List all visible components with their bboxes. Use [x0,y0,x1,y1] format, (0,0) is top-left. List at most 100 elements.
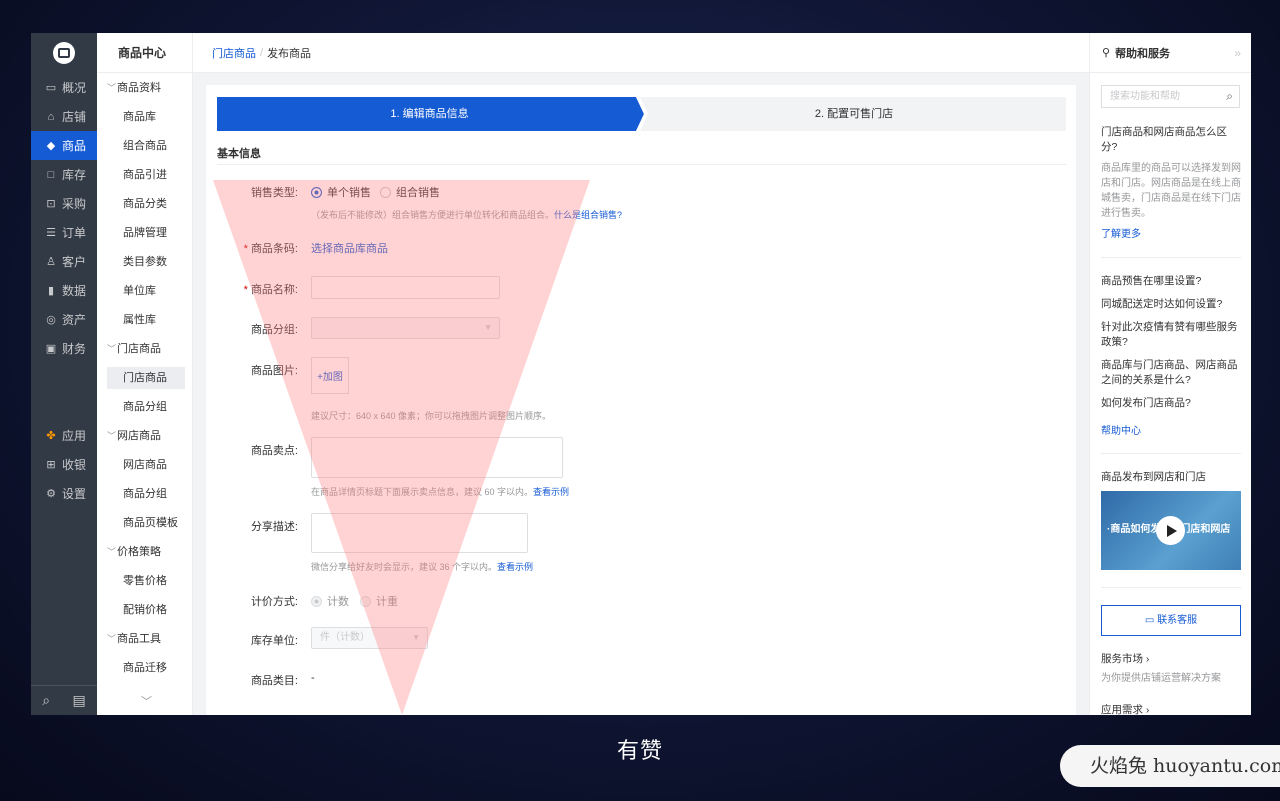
faq-item[interactable]: 针对此次疫情有赞有哪些服务政策? [1101,320,1241,350]
sub-item-goods-migrate[interactable]: 商品迁移 [107,657,185,679]
finance-icon: ▣ [45,343,57,355]
nav-item-finance[interactable]: ▣ 财务 [31,334,97,363]
video-thumbnail[interactable]: ·商品如何发布到门店和网店 [1101,491,1241,570]
sub-item-combo-goods[interactable]: 组合商品 [107,135,185,157]
search-icon[interactable]: ⌕ [42,692,50,709]
breadcrumb: 门店商品 / 发布商品 [193,33,1089,73]
sub-item-online-goods[interactable]: 网店商品 [107,454,185,476]
nav-item-apps[interactable]: ✤ 应用 [31,421,97,450]
share-desc-input[interactable] [311,513,528,553]
asset-icon: ◎ [46,314,56,326]
sale-type-single-radio[interactable]: 单个销售 [311,184,371,200]
nav-item-cashier[interactable]: ⊞ 收银 [31,450,97,479]
nav-item-store[interactable]: ⌂ 店铺 [31,102,97,131]
collapse-icon[interactable]: » [1234,46,1241,60]
sub-item-goods-import[interactable]: 商品引进 [107,164,185,186]
selling-point-hint: 在商品详情页标题下面展示卖点信息，建议 60 字以内。查看示例 [311,487,570,497]
secondary-nav: 商品中心 ﹀商品资料 商品库 组合商品 商品引进 商品分类 品牌管理 类目参数 … [97,33,193,715]
faq-item[interactable]: 商品预售在哪里设置? [1101,274,1241,289]
chevron-down-icon: ﹀ [107,431,117,441]
price-weight-radio[interactable]: 计重 [360,593,398,609]
help-search-input[interactable]: 搜索功能和帮助 ⌕ [1101,85,1240,108]
selling-point-input[interactable] [311,437,563,478]
stock-unit-select[interactable]: 件（计数） ▼ [311,627,428,649]
help-center-link[interactable]: 帮助中心 [1101,422,1141,437]
user-icon: ♙ [46,256,56,268]
faq-item[interactable]: 商品库与门店商品、网店商品之间的关系是什么? [1101,358,1241,388]
sub-item-category-params[interactable]: 类目参数 [107,251,185,273]
app-need-link[interactable]: 应用需求 › [1101,703,1241,715]
selling-point-label: 商品卖点: [250,445,298,457]
goods-group-select[interactable]: ▼ [311,317,500,339]
barcode-label: * 商品条码: [243,243,298,255]
contact-service-button[interactable]: ▭ 联系客服 [1101,605,1241,636]
nav-item-purchase[interactable]: ⊡ 采购 [31,189,97,218]
nav-item-overview[interactable]: ▭ 概况 [31,73,97,102]
nav-item-stock[interactable]: □ 库存 [31,160,97,189]
goods-name-label: * 商品名称: [243,284,298,296]
sub-item-store-goods[interactable]: 门店商品 [107,367,185,389]
price-mode-label: 计价方式: [250,596,298,608]
sub-item-brand[interactable]: 品牌管理 [107,222,185,244]
sub-item-goods-lib[interactable]: 商品库 [107,106,185,128]
step-1-label[interactable]: 1. 编辑商品信息 [217,97,642,131]
faq-item[interactable]: 同城配送定时达如何设置? [1101,297,1241,312]
nav-group-goods-data[interactable]: ﹀商品资料 [107,78,161,98]
nav-group-online-goods[interactable]: ﹀网店商品 [107,426,161,446]
chevron-down-icon: ﹀ [107,83,117,93]
service-market-link[interactable]: 服务市场 › [1101,652,1241,667]
sub-item-online-group[interactable]: 商品分组 [107,483,185,505]
order-icon: ☰ [46,227,56,239]
goods-name-input[interactable] [311,276,500,299]
selling-example-link[interactable]: 查看示例 [533,487,569,497]
shop-logo[interactable] [53,42,75,64]
combo-help-link[interactable]: 什么是组合销售? [554,210,622,220]
learn-more-link[interactable]: 了解更多 [1101,225,1141,240]
cashier-icon: ⊞ [46,459,56,471]
step-2-label[interactable]: 2. 配置可售门店 [642,97,1066,131]
share-example-link[interactable]: 查看示例 [497,562,533,572]
step-bar: 1. 编辑商品信息 2. 配置可售门店 [217,97,1066,131]
goods-image-label: 商品图片: [250,365,298,377]
sub-item-retail-price[interactable]: 零售价格 [107,570,185,592]
sub-item-page-template[interactable]: 商品页模板 [107,512,185,534]
nav-item-settings[interactable]: ⚙ 设置 [31,479,97,508]
breadcrumb-separator: / [260,46,264,59]
divider [1101,587,1241,588]
goods-group-label: 商品分组: [250,324,298,336]
sub-item-distribution-price[interactable]: 配销价格 [107,599,185,621]
tag-icon: ◆ [46,140,56,152]
radio-unchecked-icon [360,596,371,607]
faq-desc: 商品库里的商品可以选择发到网店和门店。网店商品是在线上商城售卖，门店商品是在线下… [1101,163,1241,219]
select-goods-link[interactable]: 选择商品库商品 [311,240,388,256]
nav-item-goods[interactable]: ◆ 商品 [31,131,97,160]
breadcrumb-current: 发布商品 [267,47,312,60]
nav-item-asset[interactable]: ◎ 资产 [31,305,97,334]
section-title: 基本信息 [217,145,1066,165]
nav-group-store-goods[interactable]: ﹀门店商品 [107,339,161,359]
sub-item-unit-lib[interactable]: 单位库 [107,280,185,302]
message-icon[interactable]: ▤ [73,692,86,709]
image-hint: 建议尺寸：640 x 640 像素；你可以拖拽图片调整图片顺序。 [311,411,552,421]
nav-item-order[interactable]: ☰ 订单 [31,218,97,247]
sub-item-attr-lib[interactable]: 属性库 [107,309,185,331]
secondary-nav-title: 商品中心 [97,33,192,73]
breadcrumb-link[interactable]: 门店商品 [212,45,256,61]
chevron-down-icon: ﹀ [107,634,117,644]
sale-type-combo-radio[interactable]: 组合销售 [380,184,440,200]
sub-item-store-group[interactable]: 商品分组 [107,396,185,418]
sub-item-goods-category[interactable]: 商品分类 [107,193,185,215]
play-icon[interactable] [1156,516,1185,545]
faq-title[interactable]: 门店商品和网店商品怎么区分? [1101,125,1241,155]
add-image-button[interactable]: +加图 [311,357,349,394]
radio-unchecked-icon [380,187,391,198]
price-count-radio[interactable]: 计数 [311,593,349,609]
nav-item-data[interactable]: ▮ 数据 [31,276,97,305]
faq-item[interactable]: 如何发布门店商品? [1101,396,1241,411]
purchase-icon: ⊡ [46,198,56,210]
search-icon[interactable]: ⌕ [1226,86,1233,107]
nav-group-price[interactable]: ﹀价格策略 [107,542,161,562]
nav-item-customer[interactable]: ♙ 客户 [31,247,97,276]
chevron-down-icon[interactable]: ﹀ [141,693,152,709]
nav-group-tools[interactable]: ﹀商品工具 [107,629,161,649]
